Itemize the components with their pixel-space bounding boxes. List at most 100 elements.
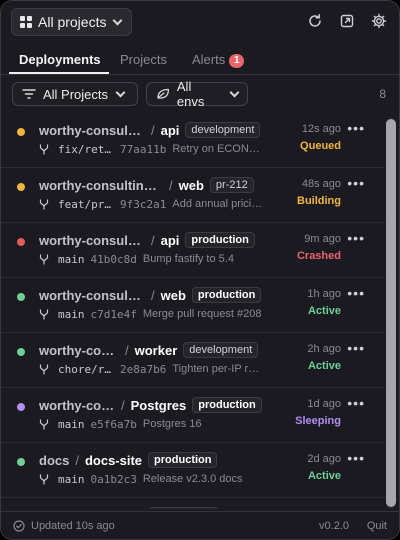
deployment-row[interactable]: worthy-consulting / worker development chore… [1, 333, 385, 388]
version-label: v0.2.0 [319, 520, 349, 532]
more-options-icon[interactable]: ••• [347, 230, 365, 246]
commit-sha: 0a1b2c3 [90, 472, 137, 486]
deploy-time: 2h ago [307, 343, 341, 355]
more-options-icon[interactable]: ••• [347, 120, 365, 136]
service-name: web [178, 177, 204, 193]
service-name: cron [115, 508, 143, 510]
more-options-icon[interactable]: ••• [347, 505, 365, 509]
commit-line: main c7d1e4f Merge pull request #208 [39, 306, 262, 322]
more-options-icon[interactable]: ••• [347, 175, 365, 191]
commit-sha: c7d1e4f [90, 307, 137, 321]
branch-name: chore/rate-limit [58, 362, 114, 376]
separator: / [151, 287, 155, 303]
separator: / [169, 177, 173, 193]
status-label: Sleeping [295, 415, 341, 427]
gear-icon[interactable] [371, 13, 387, 29]
tab-projects[interactable]: Projects [120, 52, 167, 67]
service-name: docs-site [84, 452, 143, 468]
check-circle-icon [13, 520, 25, 532]
deployment-title-line: worthy-consulting / Postgres production [39, 396, 262, 414]
environment-badge: development [185, 122, 261, 138]
status-dot [17, 293, 25, 301]
service-name: api [160, 232, 180, 248]
status-dot [17, 128, 25, 136]
branch-name: main [58, 252, 85, 266]
service-name: api [160, 122, 180, 138]
commit-message: Postgres 16 [142, 418, 202, 430]
status-label: Active [307, 305, 341, 317]
filter-icon [22, 89, 36, 99]
deployment-row[interactable]: worthy-consulting / Postgres production main… [1, 388, 385, 443]
project-name: docs [39, 452, 70, 468]
deployment-row[interactable]: worthy-consulting/cronproductionmain••• [1, 498, 385, 509]
commit-line: main 0a1b2c3 Release v2.3.0 docs [39, 471, 243, 487]
more-options-icon[interactable]: ••• [347, 395, 365, 411]
commit-line: chore/rate-limit 2e8a7b6 Tighten per-IP ra… [39, 361, 264, 377]
branch-icon [39, 418, 49, 430]
status-label: Active [307, 470, 341, 482]
commit-message: Add annual pricing toggle [172, 198, 264, 210]
status-dot [17, 403, 25, 411]
tab-bar: Deployments Projects Alerts 1 [1, 45, 399, 75]
more-options-icon[interactable]: ••• [347, 285, 365, 301]
chevron-down-icon [229, 87, 240, 97]
tab-deployments[interactable]: Deployments [19, 52, 101, 67]
commit-message: Release v2.3.0 docs [142, 473, 243, 485]
branch-name: main [58, 472, 85, 486]
updated-label: Updated 10s ago [31, 520, 115, 532]
project-name: worthy-consulting [39, 122, 145, 138]
project-filter-dropdown[interactable]: All Projects [12, 82, 138, 106]
deploy-time: 48s ago [301, 178, 341, 190]
commit-sha: 77aa11b [120, 142, 167, 156]
environment-badge: production [191, 287, 262, 303]
branch-icon [39, 363, 49, 375]
commit-sha: 9f3c2a1 [120, 197, 167, 211]
project-selector-label: All projects [38, 14, 107, 30]
separator: / [125, 342, 129, 358]
deployment-list: worthy-consulting / api development fix/retr… [1, 113, 385, 509]
active-tab-indicator [9, 72, 109, 74]
more-options-icon[interactable]: ••• [347, 340, 365, 356]
deployment-row[interactable]: worthy-consulting / api production main 41b0c… [1, 223, 385, 278]
branch-icon [39, 308, 49, 320]
deployment-title-line: worthy-consulting / cron production [39, 506, 219, 510]
commit-message: Retry on ECONNRESET [172, 143, 265, 155]
commit-message: Tighten per-IP rate limit [172, 363, 264, 375]
deployment-row[interactable]: worthy-consulting-website / web pr-212 feat/… [1, 168, 385, 223]
project-name: worthy-consulting [39, 397, 115, 413]
deployment-count: 8 [379, 87, 386, 101]
deployment-title-line: worthy-consulting / api production [39, 231, 255, 249]
status-label: Active [307, 360, 341, 372]
refresh-icon[interactable] [307, 13, 323, 29]
branch-name: main [58, 307, 85, 321]
env-filter-dropdown[interactable]: All envs [146, 79, 248, 109]
environment-badge: pr-212 [209, 177, 254, 193]
more-options-icon[interactable]: ••• [347, 450, 365, 466]
app-window: All projects Deployments Projects Alerts… [0, 0, 400, 540]
separator: / [151, 122, 155, 138]
header-bar: All projects [1, 1, 399, 45]
header-actions [307, 13, 387, 29]
commit-sha: e5f6a7b [90, 417, 137, 431]
project-selector-button[interactable]: All projects [11, 8, 133, 36]
open-external-icon[interactable] [339, 13, 355, 29]
tab-alerts-label: Alerts [192, 52, 226, 67]
deployment-row[interactable]: docs / docs-site production main 0a1b2c3 Relea… [1, 443, 385, 498]
deploy-time: 1d ago [307, 398, 341, 410]
tab-alerts[interactable]: Alerts 1 [192, 52, 245, 68]
project-name: worthy-consulting-website [39, 177, 163, 193]
update-status: Updated 10s ago [13, 520, 115, 532]
quit-button[interactable]: Quit [367, 520, 387, 532]
deployment-row[interactable]: worthy-consulting / web production main c7d1e… [1, 278, 385, 333]
commit-line: feat/pricing-annual 9f3c2a1 Add annual pri… [39, 196, 264, 212]
scrollbar-thumb[interactable] [386, 119, 396, 507]
status-dot [17, 458, 25, 466]
branch-name: feat/pricing-annual [58, 197, 114, 211]
service-name: worker [134, 342, 178, 358]
footer: Updated 10s ago v0.2.0 Quit [1, 511, 399, 539]
commit-sha: 2e8a7b6 [120, 362, 167, 376]
deployment-row[interactable]: worthy-consulting / api development fix/retr… [1, 113, 385, 168]
branch-icon [39, 473, 49, 485]
deployment-title-line: worthy-consulting-website / web pr-212 [39, 176, 254, 194]
status-dot [17, 183, 25, 191]
